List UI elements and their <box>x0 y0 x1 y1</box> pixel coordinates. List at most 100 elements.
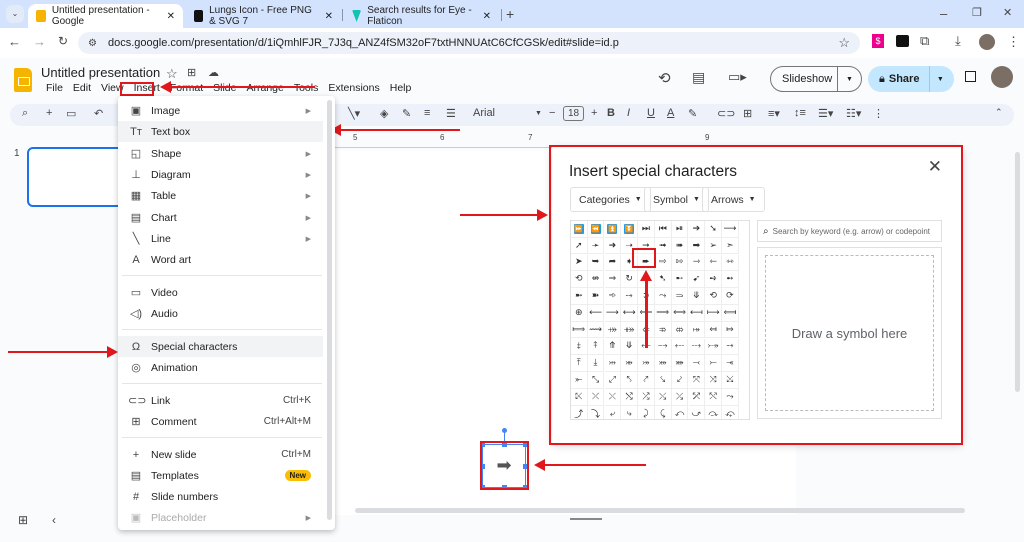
symbol-cell[interactable]: ⇾ <box>688 254 706 272</box>
symbol-cell[interactable]: ⤻ <box>689 405 706 419</box>
comments-icon[interactable]: ▤ <box>692 69 705 86</box>
symbol-cell[interactable]: ⟶ <box>604 305 622 322</box>
symbol-cell[interactable]: ⤤ <box>638 372 655 389</box>
rotate-handle[interactable] <box>502 428 507 433</box>
browser-tab-2[interactable]: Search results for Eye - Flaticon ✕ <box>344 4 499 28</box>
add-comment-icon[interactable]: ⊞ <box>743 107 752 120</box>
symbol-cell[interactable]: ⤽ <box>722 405 739 419</box>
symbol-cell[interactable]: ⤒ <box>571 355 588 372</box>
symbol-cell[interactable]: ⤜ <box>571 372 588 389</box>
vertical-scrollbar[interactable] <box>1015 152 1020 392</box>
symbol-cell[interactable]: ➹ <box>688 271 706 288</box>
symbol-cell[interactable]: ⤷ <box>621 405 638 419</box>
resize-handle[interactable] <box>502 485 507 490</box>
symbol-cell[interactable]: ⤉ <box>587 338 605 356</box>
speaker-notes-handle[interactable] <box>570 518 602 520</box>
categories-dropdown[interactable]: Categories ▼ <box>570 187 651 212</box>
menu-arrange[interactable]: Arrange <box>241 82 288 94</box>
slideshow-button[interactable]: Slideshow ▼ <box>770 66 862 92</box>
reload-icon[interactable]: ↻ <box>58 34 68 48</box>
symbol-cell[interactable]: ⤺ <box>672 405 689 419</box>
presentation-title[interactable]: Untitled presentation <box>41 65 160 80</box>
minimize-icon[interactable]: – <box>940 6 947 21</box>
symbol-cell[interactable]: ➢ <box>705 237 722 255</box>
search-menus-icon[interactable]: ⌕ <box>22 107 28 120</box>
symbol-cell[interactable]: ⏯ <box>671 221 689 238</box>
horizontal-scrollbar[interactable] <box>355 508 965 513</box>
symbol-cell[interactable]: ⤹ <box>655 405 672 419</box>
profile-avatar[interactable] <box>979 34 995 50</box>
symbol-cell[interactable]: ⤓ <box>587 355 605 372</box>
bookmark-star-icon[interactable]: ☆ <box>838 35 850 51</box>
url-field[interactable]: ⚙ docs.google.com/presentation/d/1iQmhlF… <box>78 32 860 54</box>
symbol-cell[interactable]: ⟵ <box>587 305 605 322</box>
symbol-cell[interactable]: ⤑ <box>722 338 739 356</box>
symbol-cell[interactable]: ➣ <box>722 237 739 255</box>
resize-handle[interactable] <box>523 485 528 490</box>
menu-item-word-art[interactable]: A Word art <box>118 249 323 270</box>
version-history-icon[interactable]: ⟲ <box>658 69 671 87</box>
symbol-cell[interactable]: ⤕ <box>621 355 638 372</box>
symbol-cell[interactable]: ➛ <box>587 237 605 255</box>
symbol-cell[interactable]: ⤈ <box>571 338 588 356</box>
symbol-cell[interactable]: ⤏ <box>688 338 706 356</box>
symbol-cell[interactable]: ⤄ <box>671 321 689 339</box>
symbol-cell[interactable]: ➤ <box>571 254 588 272</box>
symbol-search-input[interactable]: ⌕ Search by keyword (e.g. arrow) or code… <box>757 220 942 242</box>
menu-item-image[interactable]: ▣ Image ▶ <box>118 100 323 121</box>
symbol-cell[interactable]: ⏩ <box>571 221 588 238</box>
symbol-cell[interactable]: ⟷ <box>621 305 638 322</box>
symbol-cell[interactable]: ➜ <box>604 237 622 255</box>
symbol-cell[interactable]: ➺ <box>705 271 722 288</box>
menu-item-animation[interactable]: ◎ Animation <box>118 357 323 378</box>
menu-tools[interactable]: Tools <box>289 82 324 94</box>
symbol-cell[interactable]: ➷ <box>655 271 672 288</box>
symbol-cell[interactable]: ⟾ <box>571 321 588 339</box>
symbol-cell[interactable]: ⤦ <box>671 372 689 389</box>
symbol-cell[interactable]: ⤘ <box>671 355 689 372</box>
symbol-cell[interactable]: ⤮ <box>638 389 655 406</box>
star-icon[interactable]: ☆ <box>166 66 178 82</box>
symbol-cell[interactable]: ⤙ <box>688 355 706 372</box>
resize-handle[interactable] <box>523 464 528 469</box>
symbol-cell[interactable]: ➝ <box>621 237 638 255</box>
menu-item-shape[interactable]: ◱ Shape ▶ <box>118 143 323 164</box>
slides-logo-icon[interactable] <box>14 68 32 92</box>
menu-item-special-characters[interactable]: Ω Special characters <box>118 336 323 357</box>
menu-scrollbar[interactable] <box>327 100 332 520</box>
symbol-cell[interactable]: ⏮ <box>655 221 672 238</box>
symbol-cell[interactable]: ➾ <box>604 288 622 305</box>
link-icon[interactable]: ⊂⊃ <box>717 107 735 120</box>
border-weight-icon[interactable]: ≡ <box>424 107 430 119</box>
symbol-cell[interactable]: ⤍ <box>655 338 672 356</box>
extension-icon-2[interactable] <box>896 35 909 47</box>
symbol-cell[interactable]: ⟼ <box>705 305 722 322</box>
menu-view[interactable]: View <box>96 82 129 94</box>
symbol-cell[interactable]: ⤃ <box>655 321 672 339</box>
symbol-cell[interactable]: ↻ <box>621 271 638 288</box>
symbol-cell[interactable]: ⤚ <box>705 355 722 372</box>
symbol-cell[interactable]: ⤎ <box>671 338 689 356</box>
symbol-cell[interactable]: ⤁ <box>621 321 638 339</box>
symbol-cell[interactable]: ⇎ <box>587 271 605 288</box>
resize-handle[interactable] <box>480 442 485 447</box>
symbol-cell[interactable]: ⤧ <box>688 372 706 389</box>
align-icon[interactable]: ≡▾ <box>768 107 780 120</box>
inserted-text-box[interactable]: ➡ <box>480 442 528 490</box>
menu-item-link[interactable]: ⊂⊃ Link Ctrl+K <box>118 390 323 411</box>
share-button[interactable]: 🔒︎ Share ▼ <box>868 66 954 92</box>
symbol-cell[interactable]: ⤪ <box>571 389 588 406</box>
arrows-dropdown[interactable]: Arrows ▼ <box>702 187 765 212</box>
symbol-cell[interactable]: ➥ <box>587 254 605 272</box>
user-avatar[interactable] <box>991 66 1013 88</box>
menu-item-chart[interactable]: ▤ Chart ▶ <box>118 207 323 228</box>
menu-item-new-slide[interactable]: + New slide Ctrl+M <box>118 444 323 465</box>
symbol-cell[interactable]: ⏬ <box>621 221 638 238</box>
forward-icon[interactable]: → <box>33 34 46 49</box>
symbol-cell[interactable]: ➼ <box>571 288 588 305</box>
tab-search-icon[interactable]: ⌄ <box>6 5 24 23</box>
new-slide-icon[interactable]: + <box>46 107 52 119</box>
symbol-cell[interactable]: ⇽ <box>705 254 722 272</box>
symbol-cell[interactable]: ⤸ <box>638 405 655 419</box>
menu-slide[interactable]: Slide <box>208 82 241 94</box>
